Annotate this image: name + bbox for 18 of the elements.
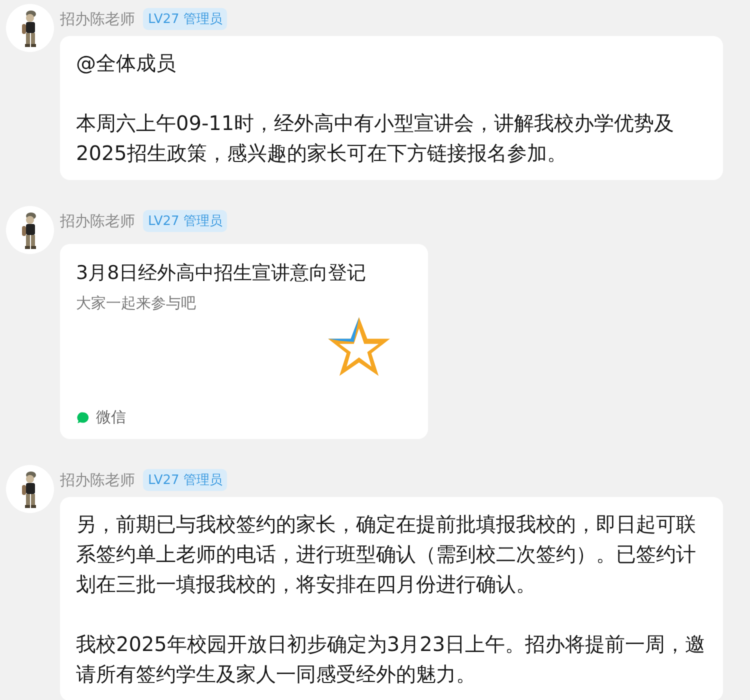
level-badge: LV27 管理员 <box>143 8 228 30</box>
level-badge: LV27 管理员 <box>143 210 228 232</box>
link-card[interactable]: 3月8日经外高中招生宣讲意向登记 大家一起来参与吧 微信 <box>60 244 428 439</box>
card-source: 微信 <box>96 408 126 427</box>
sender-name: 招办陈老师 <box>60 212 135 230</box>
message-text: 本周六上午09-11时，经外高中有小型宣讲会，讲解我校办学优势及2025招生政策，感兴趣的家长可在下方链接报名参加。 <box>76 110 676 167</box>
sender-name: 招办陈老师 <box>60 470 135 490</box>
card-description: 大家一起来参与吧 <box>76 294 196 313</box>
message-text: 另，前期已与我校签约的家长，确定在提前批填报我校的，即日起可联系签约单上老师的电话，进行班型确认（需到校二次签约）。已签约计划在三批一填报我校的，将安排在四月份进行确认。 <box>76 511 697 598</box>
chat-bubble-icon <box>76 410 90 424</box>
avatar <box>6 206 54 254</box>
avatar <box>6 465 54 513</box>
message-text: 我校2025年校园开放日初步确定为3月23日上午。招办将提前一周，邀请所有签约学生及家人一同感受经外的魅力。 <box>76 631 706 688</box>
card-title: 3月8日经外高中招生宣讲意向登记 <box>76 261 368 286</box>
sender-name: 招办陈老师 <box>60 10 135 28</box>
message-text: @全体成员 <box>76 50 177 77</box>
level-badge: LV27 管理员 <box>143 469 228 491</box>
avatar <box>6 4 54 52</box>
